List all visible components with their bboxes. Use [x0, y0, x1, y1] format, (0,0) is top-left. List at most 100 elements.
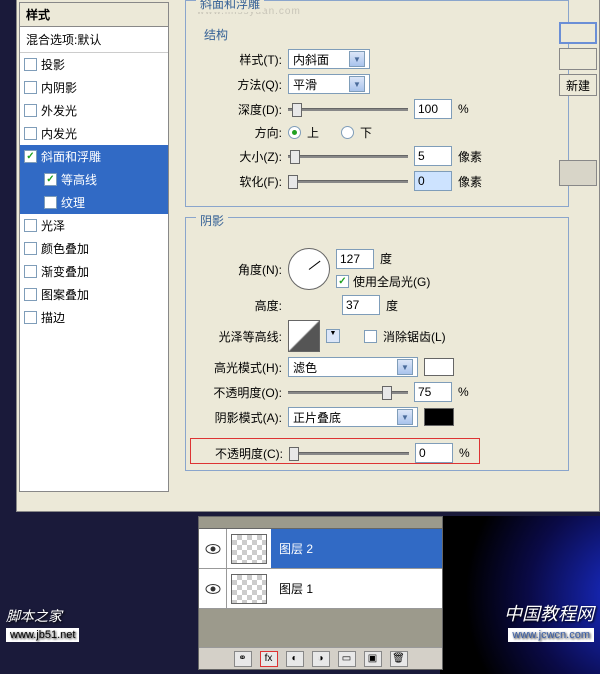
style-stroke[interactable]: 描边: [20, 306, 168, 329]
new-layer-icon[interactable]: ▣: [364, 651, 382, 667]
antialias-checkbox[interactable]: [364, 330, 377, 343]
shadow-color-swatch[interactable]: [424, 408, 454, 426]
checkbox[interactable]: [24, 150, 37, 163]
panel-title: 斜面和浮雕: [196, 0, 264, 12]
folder-icon[interactable]: ▭: [338, 651, 356, 667]
size-input[interactable]: [414, 146, 452, 166]
checkbox[interactable]: [24, 311, 37, 324]
style-contour[interactable]: 等高线: [20, 168, 168, 191]
style-drop-shadow[interactable]: 投影: [20, 53, 168, 76]
checkbox[interactable]: [24, 242, 37, 255]
cancel-button[interactable]: [559, 48, 597, 70]
style-inner-glow[interactable]: 内发光: [20, 122, 168, 145]
shadow-opacity-input[interactable]: [415, 443, 453, 463]
depth-slider[interactable]: [288, 100, 408, 118]
global-light-checkbox[interactable]: [336, 275, 349, 288]
gloss-contour-picker[interactable]: [288, 320, 320, 352]
altitude-input[interactable]: [342, 295, 380, 315]
layer-thumbnail[interactable]: [231, 534, 267, 564]
highlight-opacity-input[interactable]: [414, 382, 452, 402]
bevel-fieldset: 斜面和浮雕 结构 样式(T): 内斜面▼ 方法(Q): 平滑▼ 深度(D): %…: [185, 0, 569, 207]
adjustment-icon[interactable]: ◑: [312, 651, 330, 667]
new-style-button[interactable]: 新建: [559, 74, 597, 96]
layer-style-dialog: www.missyuan.com 样式 混合选项:默认 投影 内阴影 外发光 内…: [16, 0, 600, 512]
style-gradient-overlay[interactable]: 渐变叠加: [20, 260, 168, 283]
soften-slider[interactable]: [288, 172, 408, 190]
checkbox[interactable]: [44, 173, 57, 186]
angle-wheel[interactable]: [288, 248, 330, 290]
checkbox[interactable]: [24, 288, 37, 301]
layer-row[interactable]: 图层 2: [199, 529, 442, 569]
fx-icon[interactable]: fx: [260, 651, 278, 667]
altitude-label: 高度:: [192, 297, 282, 314]
checkbox[interactable]: [44, 196, 57, 209]
eye-icon: [205, 583, 221, 595]
checkbox[interactable]: [24, 81, 37, 94]
blending-options[interactable]: 混合选项:默认: [20, 27, 168, 53]
watermark-right-title: 中国教程网: [504, 600, 594, 626]
soften-input[interactable]: [414, 171, 452, 191]
shading-title: 阴影: [196, 212, 228, 229]
highlight-color-swatch[interactable]: [424, 358, 454, 376]
highlight-opacity-label: 不透明度(O):: [192, 384, 282, 401]
layer-thumbnail[interactable]: [231, 574, 267, 604]
style-outer-glow[interactable]: 外发光: [20, 99, 168, 122]
layers-panel: 图层 2 图层 1 ⚭ fx ◐ ◑ ▭ ▣ 🗑: [198, 516, 443, 670]
checkbox[interactable]: [24, 265, 37, 278]
link-icon[interactable]: ⚭: [234, 651, 252, 667]
shadow-mode-select[interactable]: 正片叠底▼: [288, 407, 418, 427]
style-select[interactable]: 内斜面▼: [288, 49, 370, 69]
preview-swatch[interactable]: [559, 160, 597, 186]
style-texture[interactable]: 纹理: [20, 191, 168, 214]
checkbox[interactable]: [24, 104, 37, 117]
chevron-down-icon: ▼: [349, 76, 365, 92]
checkbox[interactable]: [24, 127, 37, 140]
shadow-opacity-label: 不透明度(C):: [193, 445, 283, 462]
style-inner-shadow[interactable]: 内阴影: [20, 76, 168, 99]
layers-header: [199, 517, 442, 529]
mask-icon[interactable]: ◐: [286, 651, 304, 667]
layer-row[interactable]: 图层 1: [199, 569, 442, 609]
highlight-mode-select[interactable]: 滤色▼: [288, 357, 418, 377]
checkbox[interactable]: [24, 219, 37, 232]
technique-label: 方法(Q):: [192, 76, 282, 93]
direction-up-radio[interactable]: [288, 126, 301, 139]
styles-list-panel: 样式 混合选项:默认 投影 内阴影 外发光 内发光 斜面和浮雕 等高线 纹理 光…: [19, 2, 169, 492]
eye-icon: [205, 543, 221, 555]
direction-down-radio[interactable]: [341, 126, 354, 139]
structure-title: 结构: [204, 26, 562, 43]
layer-name[interactable]: 图层 2: [271, 529, 442, 568]
style-bevel-emboss[interactable]: 斜面和浮雕: [20, 145, 168, 168]
size-slider[interactable]: [288, 147, 408, 165]
style-pattern-overlay[interactable]: 图案叠加: [20, 283, 168, 306]
visibility-toggle[interactable]: [199, 529, 227, 569]
chevron-down-icon: ▼: [349, 51, 365, 67]
depth-input[interactable]: [414, 99, 452, 119]
layers-toolbar: ⚭ fx ◐ ◑ ▭ ▣ 🗑: [199, 647, 442, 669]
depth-label: 深度(D):: [192, 101, 282, 118]
watermark-left-title: 脚本之家: [6, 606, 62, 626]
trash-icon[interactable]: 🗑: [390, 651, 408, 667]
shadow-mode-label: 阴影模式(A):: [192, 409, 282, 426]
dialog-buttons: 新建: [559, 22, 599, 190]
checkbox[interactable]: [24, 58, 37, 71]
angle-label: 角度(N):: [192, 261, 282, 278]
highlight-annotation: 不透明度(C): %: [190, 438, 480, 464]
angle-input[interactable]: [336, 249, 374, 269]
watermark-left-url: www.jb51.net: [6, 628, 79, 642]
highlight-opacity-slider[interactable]: [288, 383, 408, 401]
style-color-overlay[interactable]: 颜色叠加: [20, 237, 168, 260]
technique-select[interactable]: 平滑▼: [288, 74, 370, 94]
direction-label: 方向:: [192, 124, 282, 141]
layer-name[interactable]: 图层 1: [271, 569, 442, 608]
shadow-opacity-slider[interactable]: [289, 444, 409, 462]
highlight-mode-label: 高光模式(H):: [192, 359, 282, 376]
styles-header: 样式: [20, 3, 168, 27]
gloss-contour-label: 光泽等高线:: [192, 328, 282, 345]
ok-button[interactable]: [559, 22, 597, 44]
visibility-toggle[interactable]: [199, 569, 227, 609]
chevron-down-icon[interactable]: ▼: [326, 329, 340, 343]
style-label: 样式(T):: [192, 51, 282, 68]
style-satin[interactable]: 光泽: [20, 214, 168, 237]
settings-panel: 斜面和浮雕 结构 样式(T): 内斜面▼ 方法(Q): 平滑▼ 深度(D): %…: [177, 0, 577, 510]
